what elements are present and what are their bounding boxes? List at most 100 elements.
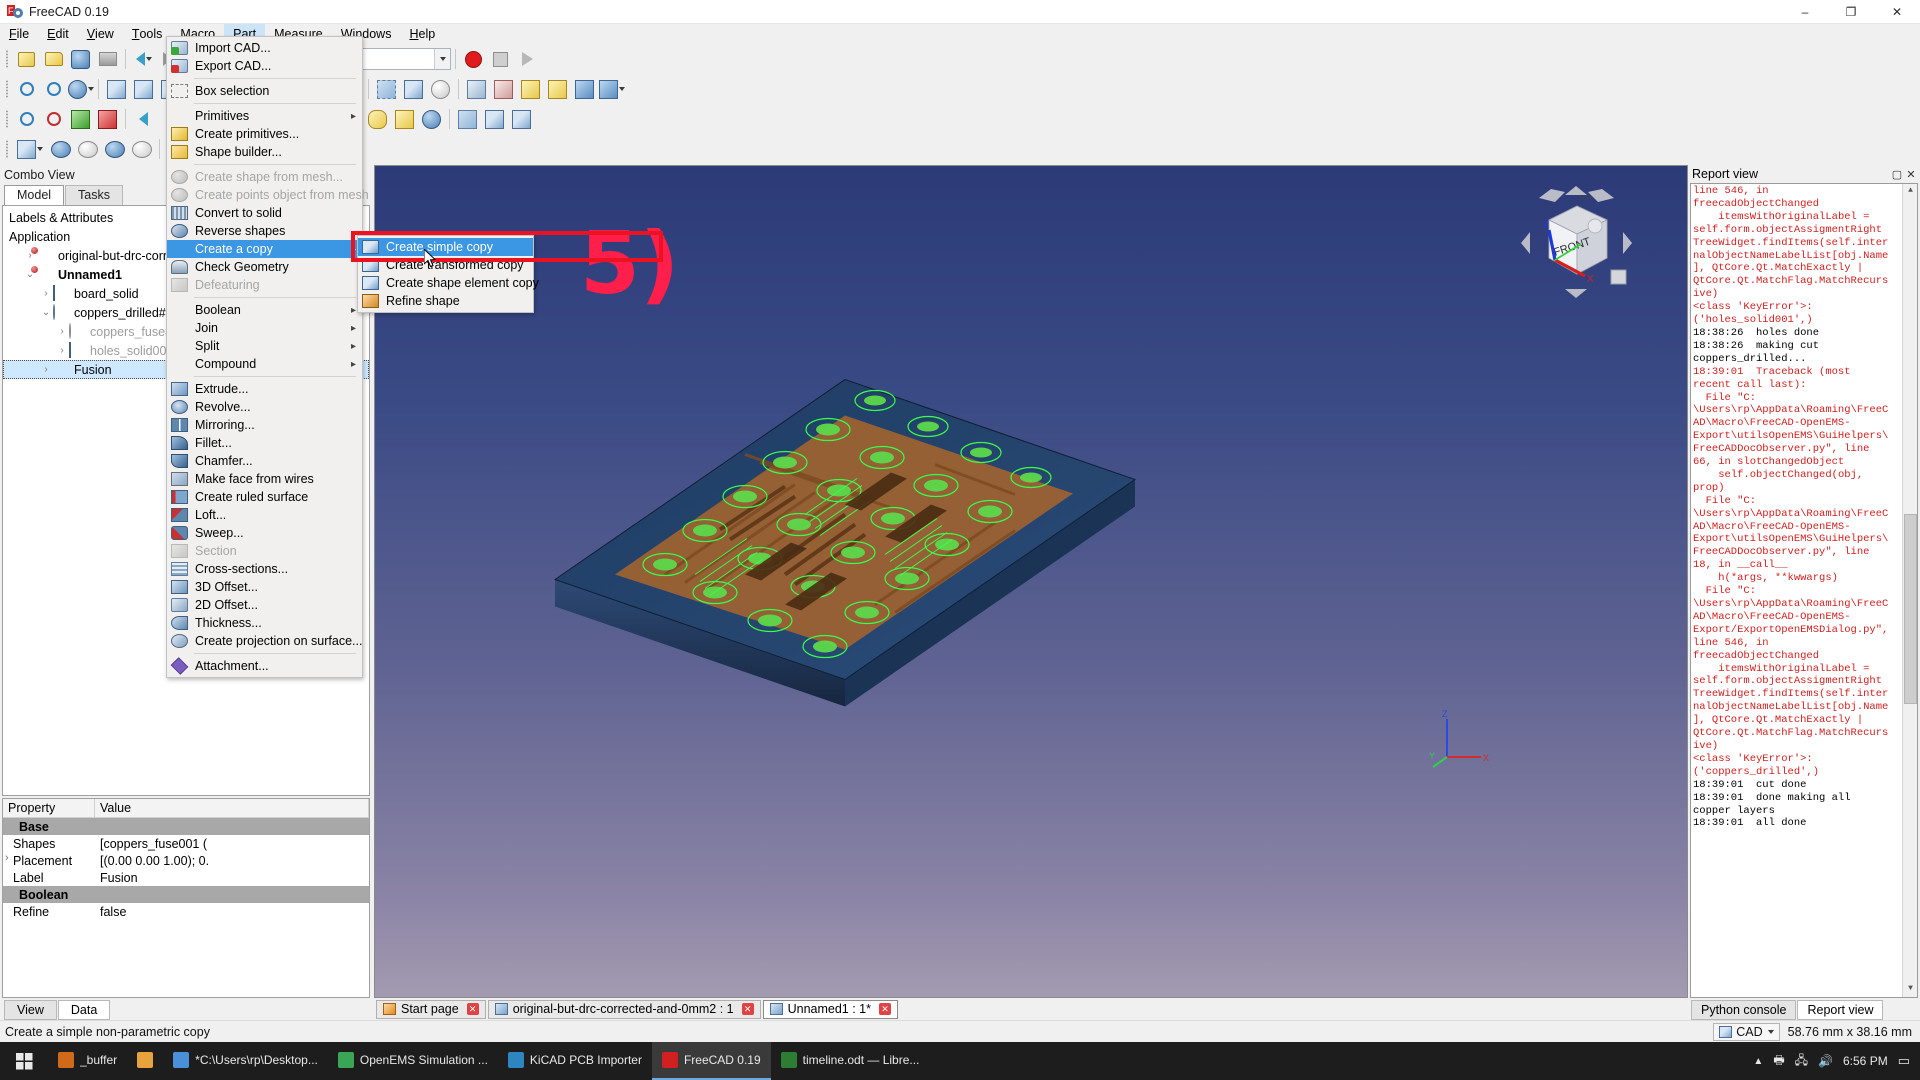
open-document-button[interactable] — [40, 46, 67, 72]
menu-item-join[interactable]: Join▸ — [167, 319, 362, 337]
tab-view[interactable]: View — [4, 1000, 57, 1020]
menu-item-create-projection-on-surface---[interactable]: Create projection on surface... — [167, 632, 362, 650]
menu-item-shape-builder---[interactable]: Shape builder... — [167, 143, 362, 161]
property-row[interactable]: LabelFusion — [3, 869, 369, 886]
plane-button[interactable] — [454, 106, 481, 132]
new-document-button[interactable] — [13, 46, 40, 72]
report-view-content[interactable]: line 546, infreecadObjectChanged itemsWi… — [1690, 183, 1918, 998]
prev-view-button[interactable] — [130, 106, 157, 132]
3d-viewport[interactable]: 5) — [374, 165, 1688, 998]
expander-icon[interactable]: › — [39, 288, 53, 299]
menu-item-cross-sections---[interactable]: Cross-sections... — [167, 560, 362, 578]
taskbar-item[interactable]: *C:\Users\rp\Desktop... — [163, 1042, 328, 1080]
menu-item-create-a-copy[interactable]: Create a copy▸ — [167, 240, 362, 258]
chevron-down-icon[interactable] — [1768, 1030, 1774, 1034]
taskbar-item[interactable] — [127, 1042, 163, 1080]
group-toolbar-button[interactable] — [598, 76, 625, 102]
submenu-item-create-shape-element-copy[interactable]: Create shape element copy — [358, 274, 533, 292]
taskbar-item[interactable]: FreeCAD 0.19 — [652, 1042, 771, 1080]
compound-button[interactable] — [481, 106, 508, 132]
doc-tab[interactable]: Start page✕ — [376, 1000, 486, 1019]
property-row[interactable]: Refinefalse — [3, 903, 369, 920]
visibility-button[interactable] — [13, 136, 47, 162]
toolbar-grip[interactable] — [4, 78, 11, 100]
tab-tasks[interactable]: Tasks — [65, 185, 123, 205]
sphere-button[interactable] — [418, 106, 445, 132]
toolbar-grip[interactable] — [4, 48, 11, 70]
top-view-button[interactable] — [130, 76, 157, 102]
menu-item-chamfer---[interactable]: Chamfer... — [167, 452, 362, 470]
macro-stop-button[interactable] — [487, 46, 514, 72]
taskbar-item[interactable]: OpenEMS Simulation ... — [328, 1042, 498, 1080]
box-select-button[interactable] — [373, 76, 400, 102]
menu-item-extrude---[interactable]: Extrude... — [167, 380, 362, 398]
menu-item-boolean[interactable]: Boolean▸ — [167, 301, 362, 319]
tab-data[interactable]: Data — [58, 1000, 110, 1020]
zoom-in-button[interactable] — [13, 106, 40, 132]
report-scrollbar[interactable]: ▲ ▼ — [1902, 184, 1917, 997]
zoom-out-button[interactable] — [40, 106, 67, 132]
print-button[interactable] — [94, 46, 121, 72]
menu-item-revolve---[interactable]: Revolve... — [167, 398, 362, 416]
toolbar-grip[interactable] — [4, 138, 11, 160]
fit-all-button[interactable] — [13, 76, 40, 102]
menu-item-import-cad---[interactable]: Import CAD... — [167, 39, 362, 57]
toolbar-grip[interactable] — [4, 108, 11, 130]
float-icon[interactable]: ▢ — [1891, 168, 1903, 181]
scrollbar-thumb[interactable] — [1904, 514, 1917, 704]
menu-item-box-selection[interactable]: Box selection — [167, 82, 362, 100]
property-row[interactable]: Shapes[coppers_fuse001 ( — [3, 835, 369, 852]
menu-item-2d-offset---[interactable]: 2D Offset... — [167, 596, 362, 614]
draw-style-button[interactable] — [67, 76, 94, 102]
menu-item-mirroring---[interactable]: Mirroring... — [167, 416, 362, 434]
freeze-view-button[interactable] — [427, 76, 454, 102]
create-copy-submenu[interactable]: Create simple copyCreate transformed cop… — [357, 235, 534, 313]
submenu-item-create-simple-copy[interactable]: Create simple copy — [358, 238, 533, 256]
import-cad-toolbar-button[interactable] — [463, 76, 490, 102]
menu-item-split[interactable]: Split▸ — [167, 337, 362, 355]
chevron-down-icon[interactable] — [434, 49, 450, 69]
menu-item-loft---[interactable]: Loft... — [167, 506, 362, 524]
volume-icon[interactable]: 🔊 — [1818, 1054, 1833, 1068]
shape-builder-toolbar-button[interactable] — [544, 76, 571, 102]
menu-item-sweep---[interactable]: Sweep... — [167, 524, 362, 542]
close-icon[interactable]: ✕ — [879, 1003, 891, 1015]
property-row[interactable]: Placement[(0.00 0.00 1.00); 0. — [3, 852, 369, 869]
fit-selection-button[interactable] — [40, 76, 67, 102]
property-value[interactable]: Fusion — [95, 871, 369, 885]
menu-file[interactable]: File — [0, 24, 38, 43]
menu-item-compound[interactable]: Compound▸ — [167, 355, 362, 373]
menu-item-thickness---[interactable]: Thickness... — [167, 614, 362, 632]
menu-item-3d-offset---[interactable]: 3D Offset... — [167, 578, 362, 596]
boolean-cut-button[interactable] — [74, 136, 101, 162]
doc-tab[interactable]: original-but-drc-corrected-and-0mm2 : 1✕ — [488, 1000, 761, 1019]
property-value[interactable]: [(0.00 0.00 1.00); 0. — [95, 854, 369, 868]
menu-item-attachment---[interactable]: Attachment... — [167, 657, 362, 675]
workbench-status-selector[interactable]: CAD — [1713, 1023, 1779, 1041]
taskbar-item[interactable]: KiCAD PCB Importer — [498, 1042, 652, 1080]
folder-toolbar-button[interactable] — [571, 76, 598, 102]
menu-tools[interactable]: Tools — [123, 24, 172, 43]
taskbar-clock[interactable]: 6:56 PM — [1843, 1055, 1888, 1068]
macro-record-button[interactable] — [460, 46, 487, 72]
taskbar-item[interactable]: timeline.odt — Libre... — [771, 1042, 930, 1080]
menu-edit[interactable]: Edit — [38, 24, 78, 43]
pan-button[interactable] — [67, 106, 94, 132]
export-cad-toolbar-button[interactable] — [490, 76, 517, 102]
cylinder-button[interactable] — [364, 106, 391, 132]
doc-tab[interactable]: Unnamed1 : 1*✕ — [763, 1000, 898, 1019]
menu-item-fillet---[interactable]: Fillet... — [167, 434, 362, 452]
boolean-xor-button[interactable] — [128, 136, 155, 162]
network-icon[interactable]: 🖧 — [1795, 1051, 1808, 1072]
part-menu-dropdown[interactable]: Import CAD...Export CAD... Box selection P… — [166, 36, 363, 678]
front-view-button[interactable] — [103, 76, 130, 102]
tab-model[interactable]: Model — [4, 185, 64, 205]
scroll-up-arrow-icon[interactable]: ▲ — [1903, 184, 1918, 199]
maximize-button[interactable]: ❐ — [1828, 0, 1874, 24]
menu-item-export-cad---[interactable]: Export CAD... — [167, 57, 362, 75]
menu-item-primitives[interactable]: Primitives▸ — [167, 107, 362, 125]
menu-item-create-ruled-surface[interactable]: Create ruled surface — [167, 488, 362, 506]
scroll-down-arrow-icon[interactable]: ▼ — [1903, 982, 1918, 997]
tab-python-console[interactable]: Python console — [1691, 1000, 1796, 1020]
std-views-button[interactable] — [400, 76, 427, 102]
